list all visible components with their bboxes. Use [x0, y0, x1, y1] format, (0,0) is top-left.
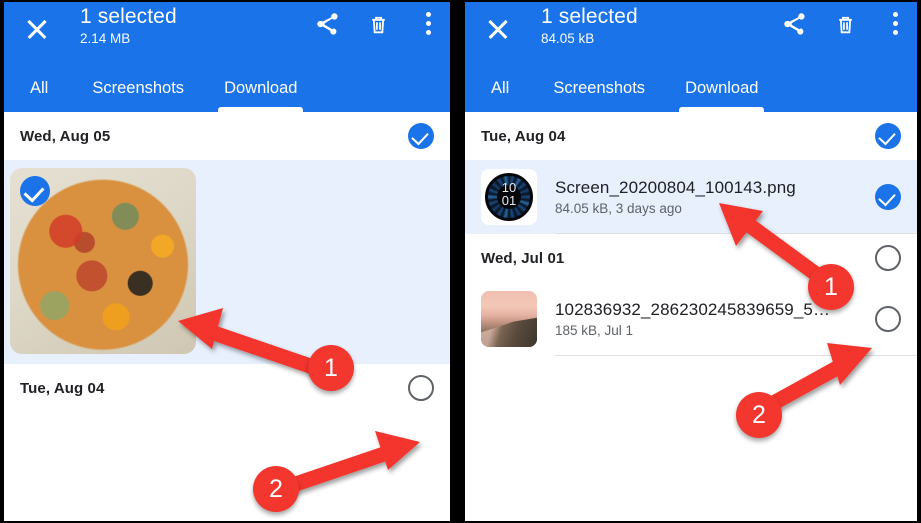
right-selection-summary: 1 selected 84.05 kB	[541, 4, 638, 48]
file-row-meta: Screen_20200804_100143.png 84.05 kB, 3 d…	[555, 178, 865, 216]
date-header-checkbox-aug-04[interactable]	[875, 123, 901, 149]
left-phone-panel: 1 selected 2.14 MB All Screenshots Downl…	[2, 0, 452, 523]
page-title: 1 selected	[541, 5, 638, 28]
tab-download[interactable]: Download	[218, 64, 304, 112]
page-title: 1 selected	[80, 5, 177, 28]
watch-face-thumbnail: 10 01	[481, 169, 537, 225]
left-app-bar: 1 selected 2.14 MB All Screenshots Downl…	[2, 0, 452, 112]
date-label: Wed, Jul 01	[481, 249, 565, 267]
row-divider	[555, 233, 919, 234]
date-label: Tue, Aug 04	[20, 379, 105, 397]
date-label: Tue, Aug 04	[481, 127, 566, 145]
left-appbar-actions	[314, 10, 442, 38]
tab-all[interactable]: All	[491, 64, 509, 112]
file-row-meta: 102836932_286230245839659_5… 185 kB, Jul…	[555, 300, 865, 338]
date-header-aug-04: Tue, Aug 04	[2, 364, 452, 412]
right-phone-panel: 1 selected 84.05 kB All Screenshots Down…	[463, 0, 919, 523]
trash-icon[interactable]	[364, 10, 392, 38]
selection-size-label: 84.05 kB	[541, 31, 595, 46]
watch-digits-bottom-label: 01	[501, 193, 517, 208]
share-icon[interactable]	[781, 10, 809, 38]
date-header-aug-04: Tue, Aug 04	[463, 112, 919, 160]
grid-item-selected-check-icon[interactable]	[20, 176, 50, 206]
left-tab-bar: All Screenshots Download	[2, 64, 452, 112]
file-row-screen-png[interactable]: 10 01 Screen_20200804_100143.png 84.05 k…	[463, 160, 919, 234]
close-icon[interactable]	[22, 14, 52, 44]
more-vertical-icon[interactable]	[881, 10, 909, 38]
close-icon[interactable]	[483, 14, 513, 44]
screenshot-stage: 1 selected 2.14 MB All Screenshots Downl…	[0, 0, 921, 523]
file-name-label: 102836932_286230245839659_5…	[555, 300, 831, 319]
right-appbar-actions	[781, 10, 909, 38]
date-header-aug-05: Wed, Aug 05	[2, 112, 452, 160]
right-content: Tue, Aug 04 10 01 Screen_20200804_100143…	[463, 112, 919, 356]
tab-screenshots[interactable]: Screenshots	[553, 64, 645, 112]
share-icon[interactable]	[314, 10, 342, 38]
file-row-checkbox-unselected[interactable]	[875, 306, 901, 332]
more-vertical-icon[interactable]	[414, 10, 442, 38]
selection-size-label: 2.14 MB	[80, 31, 131, 46]
file-name-label: Screen_20200804_100143.png	[555, 178, 796, 197]
file-subtitle-label: 185 kB, Jul 1	[555, 323, 634, 338]
left-selection-summary: 1 selected 2.14 MB	[80, 4, 177, 48]
date-header-jul-01: Wed, Jul 01	[463, 234, 919, 282]
date-header-checkbox-jul-01[interactable]	[875, 245, 901, 271]
landscape-thumbnail	[481, 291, 537, 347]
trash-icon[interactable]	[831, 10, 859, 38]
grid-item-pizza[interactable]	[2, 160, 452, 364]
file-subtitle-label: 84.05 kB, 3 days ago	[555, 201, 682, 216]
left-content: Wed, Aug 05 Tue, Aug 04 10 84.05 kB	[2, 112, 452, 412]
date-header-checkbox-aug-04[interactable]	[408, 375, 434, 401]
file-row-checkbox-selected[interactable]	[875, 184, 901, 210]
tab-download[interactable]: Download	[679, 64, 765, 112]
tab-all[interactable]: All	[30, 64, 48, 112]
right-tab-bar: All Screenshots Download	[463, 64, 919, 112]
pizza-photo-thumbnail[interactable]	[10, 168, 196, 354]
left-appbar-top-row: 1 selected 2.14 MB	[2, 0, 452, 64]
date-label: Wed, Aug 05	[20, 127, 111, 145]
tab-screenshots[interactable]: Screenshots	[92, 64, 184, 112]
row-divider	[555, 355, 919, 356]
file-row-photo[interactable]: 102836932_286230245839659_5… 185 kB, Jul…	[463, 282, 919, 356]
right-app-bar: 1 selected 84.05 kB All Screenshots Down…	[463, 0, 919, 112]
date-header-checkbox-aug-05[interactable]	[408, 123, 434, 149]
right-appbar-top-row: 1 selected 84.05 kB	[463, 0, 919, 64]
